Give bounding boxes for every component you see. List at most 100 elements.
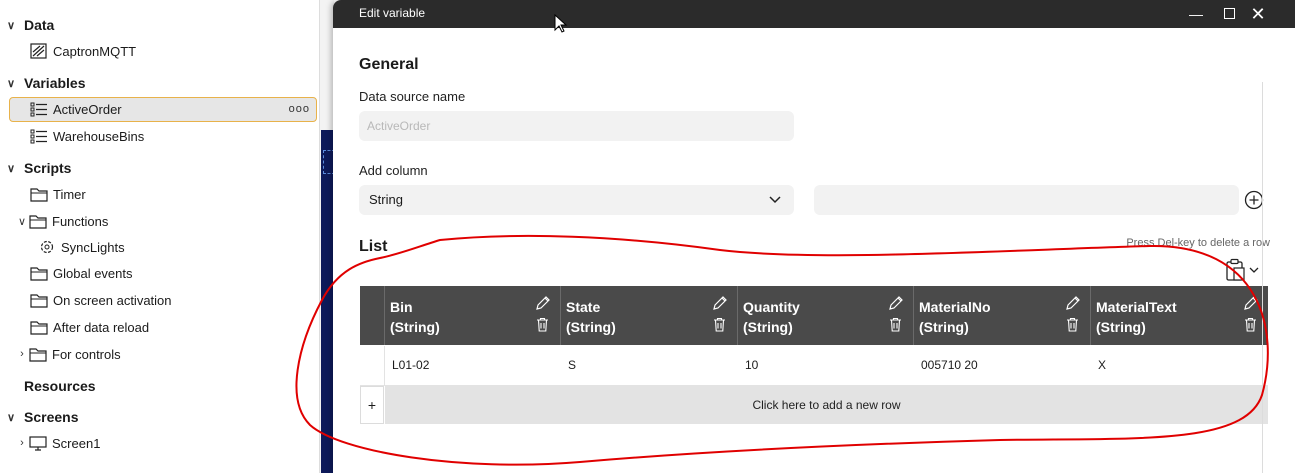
scrollbar[interactable] xyxy=(1262,82,1263,473)
maximize-button[interactable] xyxy=(1219,4,1239,24)
section-screens[interactable]: ∨ Screens xyxy=(0,405,79,429)
explorer-tree: ∨ Data CaptronMQTT ∨ Variables ActiveOrd… xyxy=(0,0,319,473)
tree-item-label: ActiveOrder xyxy=(53,101,122,117)
trash-icon[interactable] xyxy=(1066,317,1079,332)
tree-item-label: On screen activation xyxy=(53,292,172,308)
add-row-plus-button[interactable]: + xyxy=(360,386,384,424)
column-name: MaterialText xyxy=(1096,299,1177,315)
trash-icon[interactable] xyxy=(889,317,902,332)
chevron-right-icon[interactable]: › xyxy=(15,348,29,360)
tree-item-after-data-reload[interactable]: After data reload xyxy=(30,315,149,339)
column-type-select[interactable]: String xyxy=(359,185,794,215)
variable-list-icon xyxy=(30,102,47,117)
chevron-down-icon[interactable]: ∨ xyxy=(4,19,18,32)
column-header[interactable]: State (String) xyxy=(560,286,737,345)
column-name: Quantity xyxy=(743,299,800,315)
column-type: (String) xyxy=(566,319,616,335)
section-data[interactable]: ∨ Data xyxy=(0,13,54,37)
edit-variable-dialog: Edit variable — ✕ General Data source na… xyxy=(333,0,1295,473)
dialog-body: General Data source name ActiveOrder Add… xyxy=(333,28,1295,473)
plus-circle-icon[interactable] xyxy=(1244,190,1264,210)
column-header[interactable]: Bin (String) xyxy=(384,286,560,345)
table-cell[interactable]: L01-02 xyxy=(392,346,560,385)
variable-list-icon xyxy=(30,129,47,144)
general-heading: General xyxy=(359,56,419,73)
mouse-cursor-icon xyxy=(554,14,568,33)
section-variables[interactable]: ∨ Variables xyxy=(0,71,86,95)
row-selector[interactable] xyxy=(360,346,385,385)
pencil-icon[interactable] xyxy=(888,295,904,311)
section-label: Resources xyxy=(24,378,96,394)
tree-item-label: Timer xyxy=(53,186,86,202)
script-icon xyxy=(40,240,54,254)
section-label: Data xyxy=(24,17,55,33)
column-header[interactable]: MaterialNo (String) xyxy=(913,286,1090,345)
tree-item-active-order[interactable]: ActiveOrder ooo xyxy=(9,97,317,122)
folder-icon xyxy=(30,294,48,308)
data-source-label: Data source name xyxy=(359,89,466,104)
tree-item-warehouse-bins[interactable]: WarehouseBins xyxy=(30,124,144,148)
tree-item-captron[interactable]: CaptronMQTT xyxy=(30,39,136,63)
trash-icon[interactable] xyxy=(713,317,726,332)
table-cell[interactable]: S xyxy=(568,346,737,385)
tree-item-label: Global events xyxy=(53,265,133,281)
tree-item-functions[interactable]: ∨ Functions xyxy=(15,209,108,233)
tree-item-label: For controls xyxy=(52,346,121,362)
grid-header: Bin (String) State (String) Quantity (String)… xyxy=(360,286,1268,345)
section-label: Screens xyxy=(24,409,79,425)
more-options-button[interactable]: ooo xyxy=(289,103,310,115)
clipboard-icon xyxy=(1226,258,1259,281)
screen-icon xyxy=(29,436,47,451)
tree-item-for-controls[interactable]: › For controls xyxy=(15,342,121,366)
chevron-down-icon[interactable]: ∨ xyxy=(4,411,18,424)
design-canvas[interactable] xyxy=(321,130,333,473)
section-scripts[interactable]: ∨ Scripts xyxy=(0,156,72,180)
maximize-icon xyxy=(1223,8,1235,19)
table-cell[interactable]: 005710 20 xyxy=(921,346,1090,385)
data-source-field[interactable]: ActiveOrder xyxy=(359,111,794,141)
column-name-input[interactable] xyxy=(814,185,1239,215)
pencil-icon[interactable] xyxy=(712,295,728,311)
chevron-down-icon[interactable]: ∨ xyxy=(4,77,18,90)
add-row[interactable]: + Click here to add a new row xyxy=(360,386,1268,424)
section-label: Scripts xyxy=(24,160,72,176)
tree-item-label: Functions xyxy=(52,213,109,229)
tree-item-label: SyncLights xyxy=(61,239,125,255)
pencil-icon[interactable] xyxy=(1065,295,1081,311)
tree-item-label: CaptronMQTT xyxy=(53,43,137,59)
add-row-bar[interactable]: Click here to add a new row xyxy=(385,386,1268,424)
pencil-icon[interactable] xyxy=(1243,295,1259,311)
dialog-titlebar[interactable]: Edit variable — ✕ xyxy=(333,0,1295,28)
section-resources[interactable]: Resources xyxy=(0,374,96,398)
chevron-right-icon[interactable]: › xyxy=(15,437,29,449)
delete-hint: Press Del-key to delete a row xyxy=(1126,237,1270,249)
tree-item-screen1[interactable]: › Screen1 xyxy=(15,431,100,455)
column-type: (String) xyxy=(743,319,793,335)
folder-icon xyxy=(30,321,48,335)
close-button[interactable]: ✕ xyxy=(1248,4,1268,24)
folder-icon xyxy=(29,215,47,229)
section-label: Variables xyxy=(24,75,86,91)
paste-button[interactable] xyxy=(1225,258,1259,282)
table-cell[interactable]: X xyxy=(1098,346,1268,385)
dialog-title: Edit variable xyxy=(359,6,426,20)
column-header[interactable]: MaterialText (String) xyxy=(1090,286,1268,345)
column-header[interactable]: Quantity (String) xyxy=(737,286,913,345)
trash-icon[interactable] xyxy=(1244,317,1257,332)
tree-item-sync-lights[interactable]: SyncLights xyxy=(38,235,125,259)
tree-item-on-screen-activation[interactable]: On screen activation xyxy=(30,288,172,312)
data-source-icon xyxy=(30,43,47,59)
trash-icon[interactable] xyxy=(536,317,549,332)
tree-item-timer[interactable]: Timer xyxy=(30,182,86,206)
minimize-button[interactable]: — xyxy=(1186,4,1206,24)
pencil-icon[interactable] xyxy=(535,295,551,311)
chevron-down-icon[interactable]: ∨ xyxy=(15,215,29,228)
tree-item-global-events[interactable]: Global events xyxy=(30,261,133,285)
chevron-down-icon xyxy=(769,196,781,204)
list-heading: List xyxy=(359,238,388,255)
table-row[interactable]: L01-02 S 10 005710 20 X xyxy=(360,346,1268,386)
chevron-down-icon[interactable]: ∨ xyxy=(4,162,18,175)
column-name: Bin xyxy=(390,299,413,315)
table-cell[interactable]: 10 xyxy=(745,346,913,385)
folder-icon xyxy=(29,348,47,362)
